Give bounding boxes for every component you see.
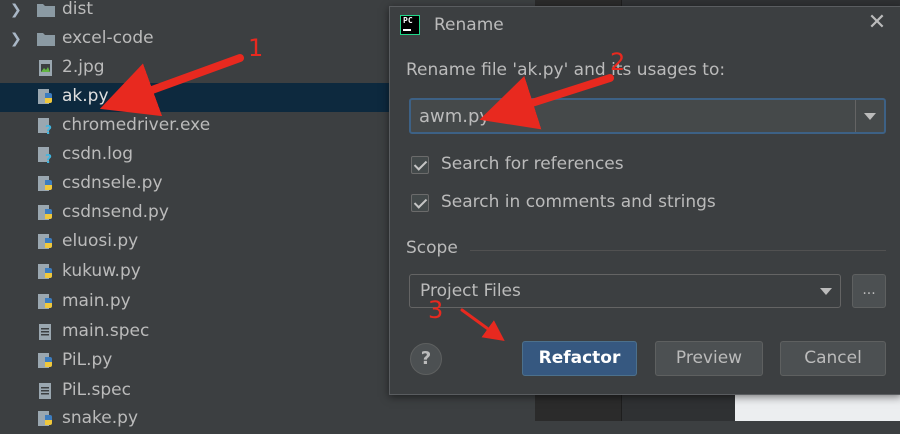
python-file-icon (38, 234, 52, 249)
new-name-combobox[interactable] (409, 98, 886, 134)
chevron-right-icon[interactable]: ❯ (10, 2, 22, 18)
tree-item-label: main.py (62, 291, 131, 311)
tree-item-label: snake.py (62, 408, 139, 428)
folder-icon (37, 4, 55, 17)
tree-item-label: excel-code (62, 28, 154, 48)
text-file-icon (39, 383, 51, 399)
tree-item-label: ak.py (62, 86, 109, 106)
pycharm-app-icon: PC (400, 15, 420, 35)
chevron-right-icon[interactable]: ❯ (10, 31, 22, 47)
tree-item-snake-py[interactable]: snake.py (0, 405, 535, 434)
image-file-icon (39, 60, 52, 76)
tree-item-label: csdnsend.py (62, 202, 169, 222)
scope-divider (470, 250, 886, 251)
python-file-icon (38, 353, 52, 368)
annotation-number-1: 1 (248, 34, 264, 62)
unknown-file-icon: ? (38, 147, 52, 164)
cancel-button[interactable]: Cancel (780, 341, 886, 376)
refactor-button[interactable]: Refactor (522, 341, 637, 376)
background-window (735, 395, 900, 421)
python-file-icon (38, 205, 52, 220)
tree-item-label: 2.jpg (62, 57, 105, 77)
text-file-icon (39, 324, 51, 340)
dropdown-arrow-icon (820, 288, 832, 295)
search-references-checkbox[interactable] (411, 156, 429, 174)
search-comments-checkbox[interactable] (411, 194, 429, 212)
folder-icon (37, 33, 55, 46)
tree-item-label: PiL.spec (62, 380, 131, 400)
tree-item-label: csdn.log (62, 144, 134, 164)
svg-text:?: ? (45, 152, 52, 164)
tree-item-label: chromedriver.exe (62, 115, 211, 135)
search-references-label: Search for references (441, 154, 624, 174)
tree-item-label: eluosi.py (62, 231, 139, 251)
help-button[interactable]: ? (410, 343, 442, 375)
svg-text:?: ? (45, 123, 52, 135)
search-comments-label: Search in comments and strings (441, 192, 716, 212)
dialog-titlebar[interactable]: PC Rename ✕ (390, 7, 900, 45)
python-file-icon (38, 176, 52, 191)
new-name-dropdown-button[interactable] (855, 100, 884, 132)
annotation-number-2: 2 (610, 48, 626, 76)
annotation-number-3: 3 (428, 296, 444, 324)
scope-select[interactable]: Project Files (409, 274, 841, 308)
scope-more-button[interactable]: ... (852, 274, 886, 308)
tree-item-label: kukuw.py (62, 261, 141, 281)
preview-button[interactable]: Preview (655, 341, 763, 376)
tree-item-label: main.spec (62, 321, 150, 341)
tree-item-label: dist (62, 0, 94, 19)
rename-dialog: PC Rename ✕ Rename file 'ak.py' and its … (389, 6, 900, 395)
tree-item-label: csdnsele.py (62, 173, 163, 193)
dialog-title: Rename (434, 15, 504, 35)
tree-item-label: PiL.py (62, 350, 113, 370)
python-file-icon (38, 264, 52, 279)
python-file-icon (38, 89, 52, 104)
rename-prompt: Rename file 'ak.py' and its usages to: (406, 60, 726, 80)
scope-label: Scope (406, 238, 458, 258)
python-file-icon (38, 294, 52, 309)
dropdown-arrow-icon (864, 113, 876, 120)
new-name-input[interactable] (411, 100, 855, 132)
unknown-file-icon: ? (38, 118, 52, 135)
python-file-icon (38, 411, 52, 426)
close-icon[interactable]: ✕ (863, 9, 891, 37)
